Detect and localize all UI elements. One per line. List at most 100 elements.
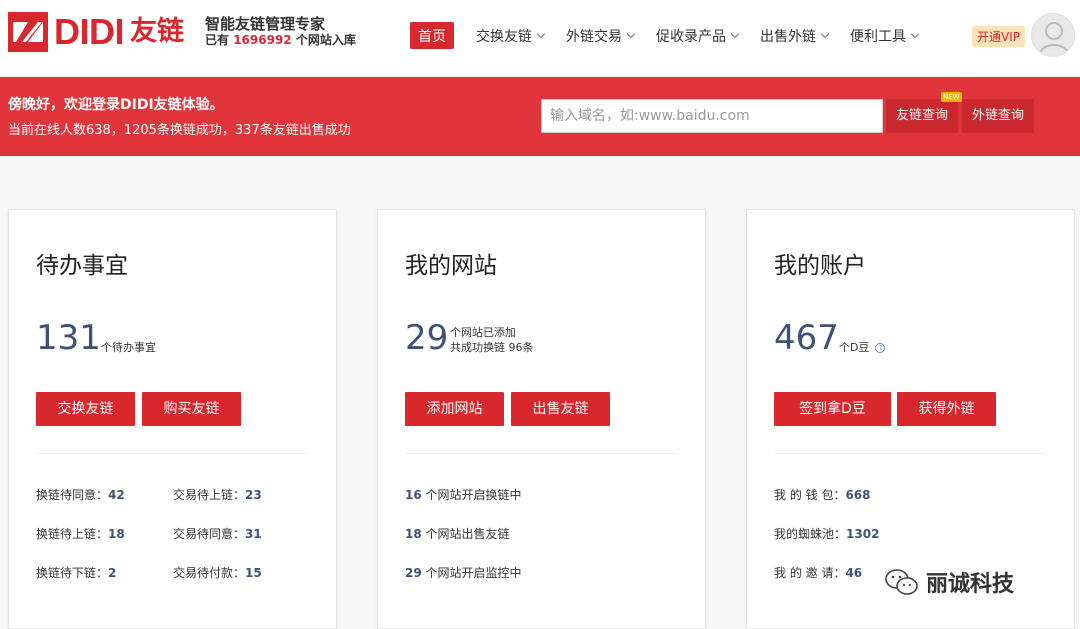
stat-value: 2 [108, 566, 117, 580]
stat-label: 交易待上链： [173, 488, 246, 502]
logo-text: DIDI [54, 11, 125, 52]
stat-label: 交易待同意： [173, 527, 246, 541]
todo-card: 待办事宜 131 个待办事宜 交换友链 购买友链 换链待同意：42 交易待上链：… [8, 209, 337, 629]
sites-count-desc: 个网站已添加 共成功换链 96条 [450, 325, 534, 355]
buy-links-button[interactable]: 购买友链 [142, 392, 241, 426]
stat-sites-exchanging[interactable]: 16 个网站开启换链中 [405, 486, 522, 503]
exchange-links-button[interactable]: 交换友链 [36, 392, 135, 426]
sell-links-button[interactable]: 出售友链 [511, 392, 610, 426]
chevron-down-icon [730, 29, 740, 38]
nav-external-trade-label: 外链交易 [566, 28, 622, 45]
user-avatar-icon[interactable] [1031, 13, 1075, 57]
nav-exchange-links[interactable]: 交换友链 [476, 22, 546, 49]
slogan-prefix: 已有 [205, 33, 230, 47]
chevron-down-icon [820, 29, 830, 38]
external-link-query-button[interactable]: 外链查询 [962, 99, 1034, 133]
help-icon[interactable]: ? [875, 343, 886, 353]
divider [36, 453, 308, 454]
slogan-title: 智能友链管理专家 [205, 15, 326, 33]
stat-value: 23 [245, 488, 262, 502]
get-external-links-button[interactable]: 获得外链 [897, 392, 996, 426]
slogan-count-line: 已有 1696992 个网站入库 [205, 33, 356, 48]
stat-value: 1302 [846, 527, 880, 541]
nav-tools[interactable]: 便利工具 [850, 22, 920, 49]
stat-spider-pool[interactable]: 我的蜘蛛池：1302 [774, 525, 879, 542]
stat-value: 16 [405, 488, 422, 502]
watermark: 丽诚科技 [884, 566, 1014, 598]
stat-trade-pending-payment[interactable]: 交易待付款：15 [173, 564, 262, 581]
link-query-button[interactable]: 友链查询 [886, 99, 958, 133]
stat-sites-monitoring[interactable]: 29 个网站开启监控中 [405, 564, 522, 581]
didi-logo-icon [8, 12, 48, 52]
dbean-label: 个D豆 [839, 341, 870, 354]
stat-value: 29 [405, 566, 422, 580]
account-title: 我的账户 [774, 253, 866, 279]
stat-label: 换链待同意： [36, 488, 109, 502]
wechat-icon [884, 567, 920, 597]
stat-value: 31 [245, 527, 262, 541]
top-header: DIDI 友链 智能友链管理专家 已有 1696992 个网站入库 首页 交换友… [0, 0, 1080, 76]
chevron-down-icon [626, 29, 636, 38]
stat-value: 46 [845, 566, 863, 580]
dbean-desc: 个D豆? [839, 340, 886, 355]
stat-trade-pending-online[interactable]: 交易待上链：23 [173, 486, 262, 503]
sites-added-text: 个网站已添加 [450, 326, 516, 339]
sites-exchanged-text: 共成功换链 96条 [450, 341, 534, 354]
greeting-text: 傍晚好，欢迎登录DIDI友链体验。 [8, 97, 224, 113]
sites-count: 29 [405, 318, 449, 358]
stat-value: 42 [108, 488, 125, 502]
divider [405, 453, 677, 454]
logo[interactable]: DIDI 友链 [8, 12, 184, 52]
chevron-down-icon [910, 29, 920, 38]
stat-value: 18 [405, 527, 422, 541]
sites-title: 我的网站 [405, 253, 497, 279]
stat-label: 我的蜘蛛池： [774, 527, 847, 541]
welcome-banner: 傍晚好，欢迎登录DIDI友链体验。 当前在线人数638，1205条换链成功，33… [0, 77, 1080, 156]
chevron-down-icon [536, 29, 546, 38]
nav-exchange-links-label: 交换友链 [476, 28, 532, 45]
nav-indexing-products-label: 促收录产品 [656, 28, 726, 45]
slogan-suffix: 个网站入库 [295, 33, 356, 47]
stat-value: 668 [845, 488, 871, 502]
stat-trade-pending-approval[interactable]: 交易待同意：31 [173, 525, 262, 542]
main-nav: 首页 交换友链 外链交易 促收录产品 出售外链 便利工具 [410, 22, 940, 49]
divider [774, 453, 1046, 454]
domain-search-input[interactable] [541, 99, 883, 133]
nav-home-label: 首页 [418, 28, 446, 45]
todo-count: 131 [36, 318, 101, 358]
nav-external-trade[interactable]: 外链交易 [566, 22, 636, 49]
vip-button[interactable]: 开通VIP [972, 26, 1025, 47]
nav-tools-label: 便利工具 [850, 28, 906, 45]
stat-value: 18 [108, 527, 125, 541]
nav-home[interactable]: 首页 [410, 22, 454, 49]
nav-indexing-products[interactable]: 促收录产品 [656, 22, 740, 49]
stat-label: 交易待付款： [173, 566, 246, 580]
stat-exchange-pending-approval[interactable]: 换链待同意：42 [36, 486, 125, 503]
stat-label: 我 的 邀 请： [774, 566, 846, 580]
todo-title: 待办事宜 [36, 253, 128, 279]
stat-exchange-pending-online[interactable]: 换链待上链：18 [36, 525, 125, 542]
dbean-count: 467 [774, 318, 839, 358]
online-stats-text: 当前在线人数638，1205条换链成功，337条友链出售成功 [8, 123, 351, 138]
stat-label: 个网站开启换链中 [421, 488, 522, 502]
stat-label: 个网站出售友链 [421, 527, 510, 541]
checkin-button[interactable]: 签到拿D豆 [774, 392, 891, 426]
nav-sell-links[interactable]: 出售外链 [760, 22, 830, 49]
my-sites-card: 我的网站 29 个网站已添加 共成功换链 96条 添加网站 出售友链 16 个网… [377, 209, 706, 629]
watermark-text: 丽诚科技 [926, 572, 1015, 597]
stat-invites[interactable]: 我 的 邀 请：46 [774, 564, 862, 581]
stat-value: 15 [245, 566, 262, 580]
todo-count-desc: 个待办事宜 [101, 341, 156, 354]
nav-sell-links-label: 出售外链 [760, 28, 816, 45]
stat-wallet[interactable]: 我 的 钱 包：668 [774, 486, 871, 503]
stat-label: 换链待下链： [36, 566, 109, 580]
slogan: 智能友链管理专家 已有 1696992 个网站入库 [205, 16, 356, 48]
site-count: 1696992 [233, 33, 292, 47]
add-site-button[interactable]: 添加网站 [405, 392, 504, 426]
new-badge: NEW [941, 92, 962, 102]
stat-sites-selling[interactable]: 18 个网站出售友链 [405, 525, 510, 542]
stat-label: 我 的 钱 包： [774, 488, 846, 502]
stat-label: 换链待上链： [36, 527, 109, 541]
logo-cn: 友链 [130, 16, 184, 47]
stat-exchange-pending-removal[interactable]: 换链待下链：2 [36, 564, 116, 581]
